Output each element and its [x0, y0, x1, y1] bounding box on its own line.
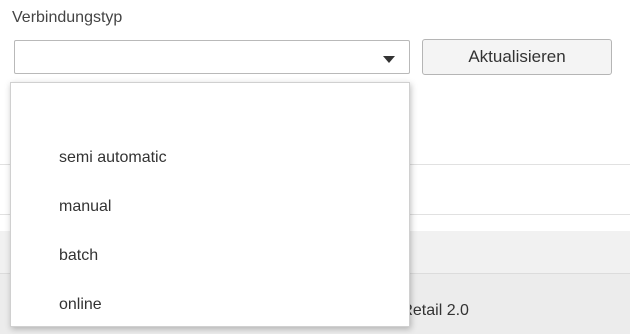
connection-type-label: Verbindungstyp [12, 9, 123, 26]
dropdown-option-online[interactable]: online [11, 282, 409, 326]
dropdown-option-manual[interactable]: manual [11, 184, 409, 230]
dropdown-option-empty[interactable] [11, 87, 409, 133]
chevron-down-icon [383, 56, 395, 63]
dropdown-option-batch[interactable]: batch [11, 233, 409, 279]
connection-type-select[interactable] [14, 40, 410, 74]
dropdown-option-semi-automatic[interactable]: semi automatic [11, 135, 409, 181]
connection-type-dropdown: semi automatic manual batch online [10, 82, 410, 327]
refresh-button[interactable]: Aktualisieren [422, 39, 612, 75]
